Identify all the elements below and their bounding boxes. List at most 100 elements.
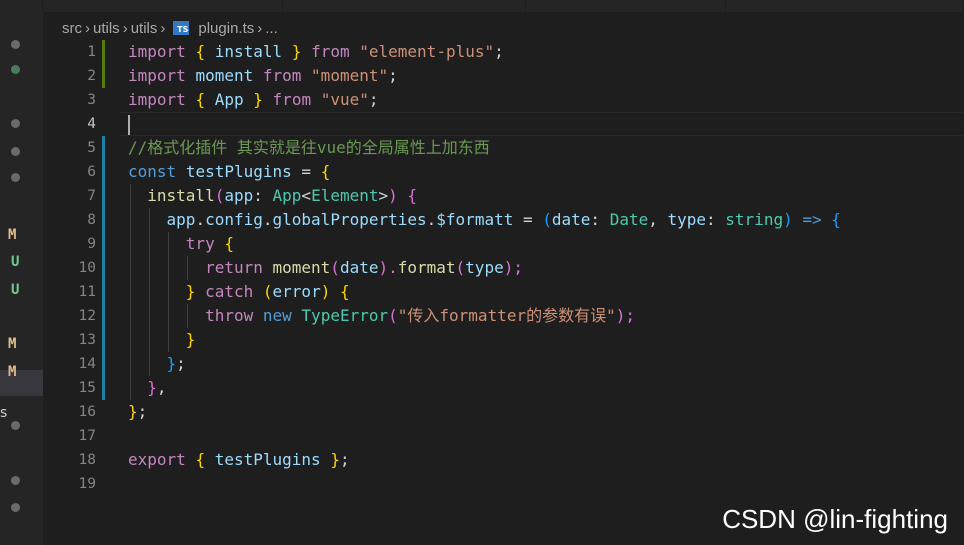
line-number: 10 (78, 260, 96, 276)
git-modified-indicator[interactable] (102, 232, 105, 256)
git-added-indicator[interactable] (102, 40, 105, 64)
git-modified-indicator[interactable] (102, 328, 105, 352)
code-text: //格式化插件 其实就是往vue的全局属性上加东西 (128, 138, 490, 157)
code-text: export { testPlugins }; (128, 450, 350, 469)
chevron-right-icon: › (160, 19, 166, 37)
git-modified-indicator[interactable] (102, 304, 105, 328)
breadcrumb-symbol[interactable]: ... (265, 20, 278, 37)
git-modified-indicator[interactable] (102, 280, 105, 304)
git-modified-marker: M (8, 336, 17, 352)
code-line[interactable]: 8 app.config.globalProperties.$formatt =… (43, 208, 964, 232)
status-dot-icon (11, 503, 20, 512)
chevron-right-icon: › (85, 19, 90, 37)
line-number: 19 (78, 476, 96, 492)
code-line[interactable]: 3 import { App } from "vue"; (43, 88, 964, 112)
line-number: 8 (87, 212, 96, 228)
git-untracked-marker: U (11, 282, 20, 298)
code-line[interactable]: 1 import { install } from "element-plus"… (43, 40, 964, 64)
code-line-current[interactable]: 4 (43, 112, 964, 136)
line-number: 15 (78, 380, 96, 396)
git-modified-marker: M (8, 227, 17, 243)
git-modified-indicator[interactable] (102, 352, 105, 376)
code-line[interactable]: 19 (43, 472, 964, 496)
code-line[interactable]: 18 export { testPlugins }; (43, 448, 964, 472)
editor-tab-strip (0, 0, 964, 12)
tab[interactable] (0, 0, 43, 12)
line-number: 1 (87, 44, 96, 60)
git-modified-marker: M (8, 364, 17, 380)
breadcrumb-utils[interactable]: utils (93, 20, 120, 37)
text-cursor (128, 114, 130, 135)
line-number: 12 (78, 308, 96, 324)
code-text: import moment from "moment"; (128, 66, 398, 85)
code-line[interactable]: 14 }; (43, 352, 964, 376)
code-text: import { App } from "vue"; (128, 90, 379, 109)
line-number: 7 (87, 188, 96, 204)
git-modified-indicator[interactable] (102, 136, 105, 160)
git-untracked-marker: U (11, 254, 20, 270)
code-text: throw new TypeError("传入formatter的参数有误"); (205, 306, 635, 325)
tab[interactable] (726, 0, 964, 12)
breadcrumb: src › utils › utils › TS plugin.ts › ... (62, 17, 278, 39)
line-number: 13 (78, 332, 96, 348)
code-text: const testPlugins = { (128, 162, 331, 181)
line-number: 11 (78, 284, 96, 300)
tab[interactable] (526, 0, 726, 12)
status-dot-icon (11, 40, 20, 49)
breadcrumb-src[interactable]: src (62, 20, 82, 37)
code-line[interactable]: 16 }; (43, 400, 964, 424)
git-added-indicator[interactable] (102, 64, 105, 88)
breadcrumb-utils[interactable]: utils (131, 20, 158, 37)
line-number: 17 (78, 428, 96, 444)
chevron-right-icon: › (257, 19, 263, 37)
line-number: 14 (78, 356, 96, 372)
watermark: CSDN @lin-fighting (722, 504, 948, 534)
truncated-file-label[interactable]: s (0, 404, 7, 422)
git-modified-indicator[interactable] (102, 376, 105, 400)
code-text: }; (128, 402, 148, 421)
line-number: 9 (87, 236, 96, 252)
line-number: 6 (87, 164, 96, 180)
status-dot-icon (11, 421, 20, 430)
status-dot-icon (11, 173, 20, 182)
code-text: try { (185, 234, 234, 253)
typescript-file-icon: TS (173, 21, 190, 35)
git-modified-indicator[interactable] (102, 208, 105, 232)
code-text: import { install } from "element-plus"; (128, 42, 504, 61)
line-number: 2 (87, 68, 96, 84)
code-line[interactable]: 13 } (43, 328, 964, 352)
breadcrumb-file[interactable]: plugin.ts (198, 20, 254, 37)
tab[interactable] (43, 0, 283, 12)
line-number: 16 (78, 404, 96, 420)
code-line[interactable]: 2 import moment from "moment"; (43, 64, 964, 88)
status-dot-icon (11, 476, 20, 485)
status-dot-icon (11, 147, 20, 156)
git-modified-indicator[interactable] (102, 256, 105, 280)
code-line[interactable]: 15 }, (43, 376, 964, 400)
code-text: install(app: App<Element>) { (147, 186, 418, 205)
code-line[interactable]: 10 return moment(date).format(type); (43, 256, 964, 280)
chevron-right-icon: › (122, 19, 128, 37)
explorer-sidebar: M U U M M s (0, 12, 43, 545)
code-text: }; (166, 354, 186, 373)
code-line[interactable]: 17 (43, 424, 964, 448)
code-line[interactable]: 11 } catch (error) { (43, 280, 964, 304)
tab[interactable] (283, 0, 526, 12)
current-line-highlight (121, 112, 964, 136)
status-dot-icon (11, 119, 20, 128)
code-line[interactable]: 6 const testPlugins = { (43, 160, 964, 184)
git-modified-indicator[interactable] (102, 160, 105, 184)
code-text: }, (147, 378, 167, 397)
code-line[interactable]: 9 try { (43, 232, 964, 256)
code-line[interactable]: 12 throw new TypeError("传入formatter的参数有误… (43, 304, 964, 328)
code-line[interactable]: 5 //格式化插件 其实就是往vue的全局属性上加东西 (43, 136, 964, 160)
status-dot-icon (11, 65, 20, 74)
code-editor[interactable]: 1 import { install } from "element-plus"… (43, 40, 964, 545)
line-number: 18 (78, 452, 96, 468)
line-number: 3 (87, 92, 96, 108)
git-modified-indicator[interactable] (102, 184, 105, 208)
code-text: } (185, 330, 196, 349)
code-line[interactable]: 7 install(app: App<Element>) { (43, 184, 964, 208)
line-number: 5 (87, 140, 96, 156)
code-text: return moment(date).format(type); (205, 258, 523, 277)
